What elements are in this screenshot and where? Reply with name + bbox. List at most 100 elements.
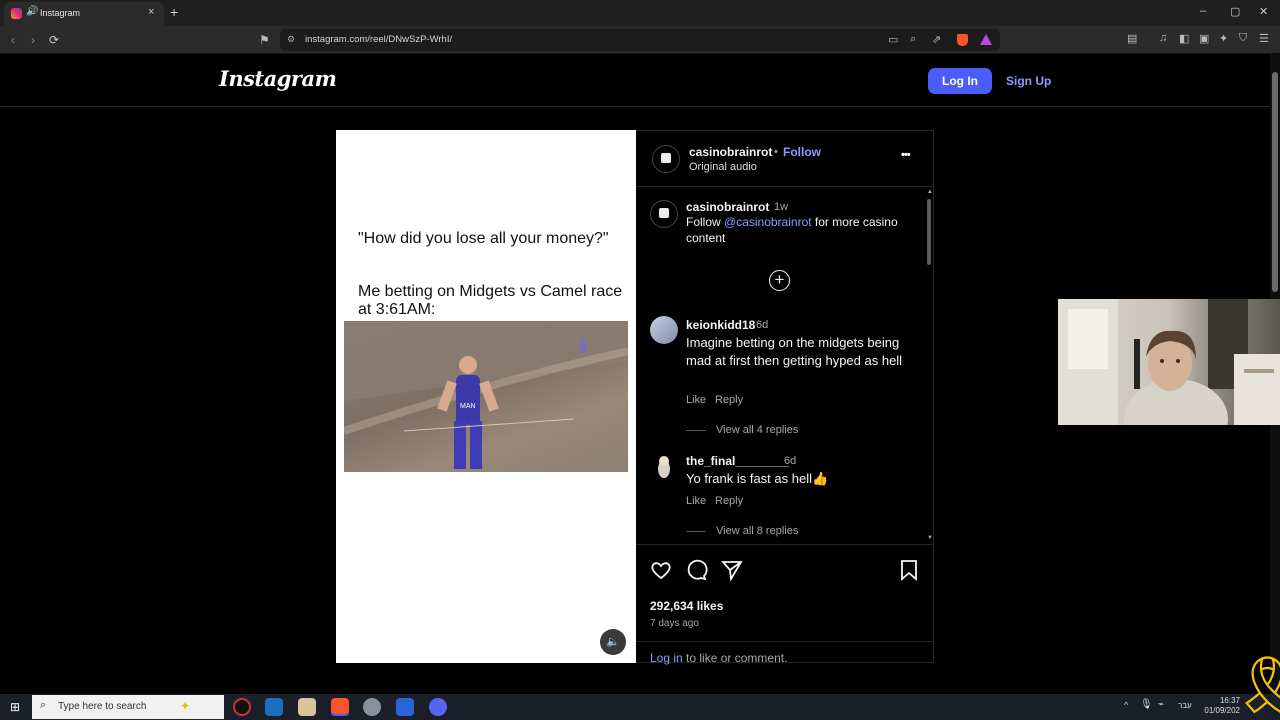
speaker-icon[interactable]: 🔊 xyxy=(26,6,38,17)
login-link[interactable]: Log in xyxy=(650,651,683,665)
save-bookmark-icon[interactable] xyxy=(897,558,921,582)
tab-close-icon[interactable]: × xyxy=(148,6,154,18)
author-avatar[interactable] xyxy=(652,145,680,173)
comment-avatar[interactable] xyxy=(650,316,678,344)
back-icon[interactable]: ‹ xyxy=(11,33,15,47)
instagram-favicon-icon xyxy=(11,8,22,19)
more-options-icon[interactable]: ••• xyxy=(901,149,911,161)
browser-tab[interactable]: 🔊 Instagram × xyxy=(4,2,164,26)
view-replies-button[interactable]: View all 8 replies xyxy=(716,525,798,537)
scroll-up-icon[interactable]: ▲ xyxy=(927,189,933,195)
taskbar-app-icon[interactable] xyxy=(363,698,381,716)
microphone-icon[interactable]: 🎙 xyxy=(1140,699,1153,710)
race-track-illustration: MAN xyxy=(344,321,628,469)
windows-taskbar: ⊞ ⌕ Type here to search ✦ ^ 🎙 ⌁ עבר 16:3… xyxy=(0,694,1280,720)
signup-link[interactable]: Sign Up xyxy=(1006,74,1051,88)
language-indicator[interactable]: עבר xyxy=(1178,701,1192,710)
file-explorer-icon[interactable] xyxy=(298,698,316,716)
cat-avatar-icon xyxy=(658,456,670,478)
reply-divider xyxy=(686,430,706,431)
reply-divider xyxy=(686,531,706,532)
brave-shields-icon[interactable] xyxy=(957,34,968,46)
follow-button[interactable]: Follow xyxy=(783,145,821,159)
cast-icon[interactable]: ▭ xyxy=(888,33,898,46)
webcam-overlay xyxy=(1058,299,1280,425)
reel-media[interactable]: "How did you lose all your money?" Me be… xyxy=(336,130,636,663)
sidebar-icon[interactable]: ◧ xyxy=(1179,32,1189,45)
search-icon: ⌕ xyxy=(40,699,47,711)
tray-chevron-icon[interactable]: ^ xyxy=(1124,700,1128,710)
description-text: Follow @casinobrainrot for more casino c… xyxy=(686,215,898,245)
comment-username[interactable]: keionkidd18 xyxy=(686,318,755,332)
like-heart-icon[interactable] xyxy=(649,558,673,582)
meme-video-frame: MAN xyxy=(344,321,628,472)
network-icon[interactable]: ⌁ xyxy=(1158,699,1164,710)
site-info-icon[interactable]: ⚙ xyxy=(287,34,295,45)
new-tab-button[interactable]: + xyxy=(170,4,178,20)
media-icon[interactable]: ♫ xyxy=(1159,32,1167,44)
steam-icon[interactable] xyxy=(265,698,283,716)
windows-start-icon[interactable]: ⊞ xyxy=(10,700,20,714)
taskbar-app-icon[interactable] xyxy=(396,698,414,716)
comments-scrollbar[interactable]: ▲ ▼ xyxy=(926,189,933,543)
url-text: instagram.com/reel/DNwSzP-WrhI/ xyxy=(305,34,453,45)
likes-count[interactable]: 292,634 likes xyxy=(650,599,723,613)
tab-title: Instagram xyxy=(40,8,81,18)
load-more-comments-icon[interactable]: + xyxy=(769,270,790,291)
audio-label[interactable]: Original audio xyxy=(689,161,757,173)
menu-icon[interactable]: ☰ xyxy=(1259,32,1269,45)
taskbar-search[interactable]: ⌕ Type here to search ✦ xyxy=(32,695,224,719)
search-placeholder: Type here to search xyxy=(58,701,147,712)
browser-toolbar: ‹ › ⟳ ⚑ ⚙ instagram.com/reel/DNwSzP-WrhI… xyxy=(0,26,1280,54)
address-bar[interactable]: ⚙ instagram.com/reel/DNwSzP-WrhI/ ▭ ⌕ ⇗ xyxy=(280,29,1000,51)
comment-text: Imagine betting on the midgets being mad… xyxy=(686,335,903,368)
comments-scrollbar-thumb[interactable] xyxy=(927,199,931,265)
comment-avatar[interactable] xyxy=(650,452,678,480)
instagram-header: Instagram Log In Sign Up xyxy=(0,54,1270,107)
comment-reply-button[interactable]: Reply xyxy=(715,495,743,507)
reader-icon[interactable]: ▤ xyxy=(1127,32,1137,45)
instagram-logo[interactable]: Instagram xyxy=(219,66,337,91)
separator-dot: • xyxy=(774,146,778,158)
discord-icon[interactable] xyxy=(429,698,447,716)
share-send-icon[interactable] xyxy=(720,558,744,582)
comment-like-button[interactable]: Like xyxy=(686,495,706,507)
view-replies-button[interactable]: View all 4 replies xyxy=(716,424,798,436)
comment-time: 6d xyxy=(756,319,769,331)
description-avatar[interactable] xyxy=(650,200,678,228)
comment-time: 6d xyxy=(784,455,797,467)
forward-icon[interactable]: › xyxy=(31,33,35,47)
zoom-icon[interactable]: ⌕ xyxy=(910,33,916,46)
wallet-icon[interactable]: ▣ xyxy=(1199,32,1209,45)
comments-list[interactable]: casinobrainrot 1w Follow @casinobrainrot… xyxy=(636,188,926,544)
mention-link[interactable]: @casinobrainrot xyxy=(724,215,812,229)
login-to-comment: Log in to like or comment. xyxy=(636,641,934,674)
page-scrollbar-thumb[interactable] xyxy=(1272,72,1278,292)
comment-reply-button[interactable]: Reply xyxy=(715,394,743,406)
comment-text: Yo frank is fast as hell👍 xyxy=(686,471,829,486)
share-icon[interactable]: ⇗ xyxy=(932,33,941,46)
minimize-button[interactable]: – xyxy=(1200,5,1206,17)
comment-like-button[interactable]: Like xyxy=(686,394,706,406)
description-username[interactable]: casinobrainrot xyxy=(686,200,769,214)
post-sidebar: casinobrainrot • Follow Original audio •… xyxy=(636,130,934,665)
post-date: 7 days ago xyxy=(650,618,699,629)
extensions-icon[interactable]: ✦ xyxy=(1219,32,1228,45)
bookmark-icon[interactable]: ⚑ xyxy=(259,33,270,47)
vpn-icon[interactable]: ⛉ xyxy=(1239,32,1247,45)
restore-button[interactable]: ▢ xyxy=(1230,5,1240,18)
reload-icon[interactable]: ⟳ xyxy=(49,33,59,47)
comment-icon[interactable] xyxy=(684,558,708,582)
brave-browser-icon[interactable] xyxy=(331,698,349,716)
scroll-down-icon[interactable]: ▼ xyxy=(927,535,933,541)
login-button[interactable]: Log In xyxy=(928,68,992,94)
taskbar-app-icon[interactable] xyxy=(233,698,251,716)
comment-username[interactable]: the_final________ xyxy=(686,454,789,468)
close-window-button[interactable]: ✕ xyxy=(1259,5,1268,18)
description-time: 1w xyxy=(774,201,789,213)
search-highlight-icon: ✦ xyxy=(180,699,191,713)
brave-rewards-icon[interactable] xyxy=(980,34,992,45)
author-username[interactable]: casinobrainrot xyxy=(689,145,772,159)
browser-tab-bar: 🔊 Instagram × + – ▢ ✕ xyxy=(0,0,1280,26)
audio-toggle-icon[interactable]: 🔈 xyxy=(600,629,626,655)
